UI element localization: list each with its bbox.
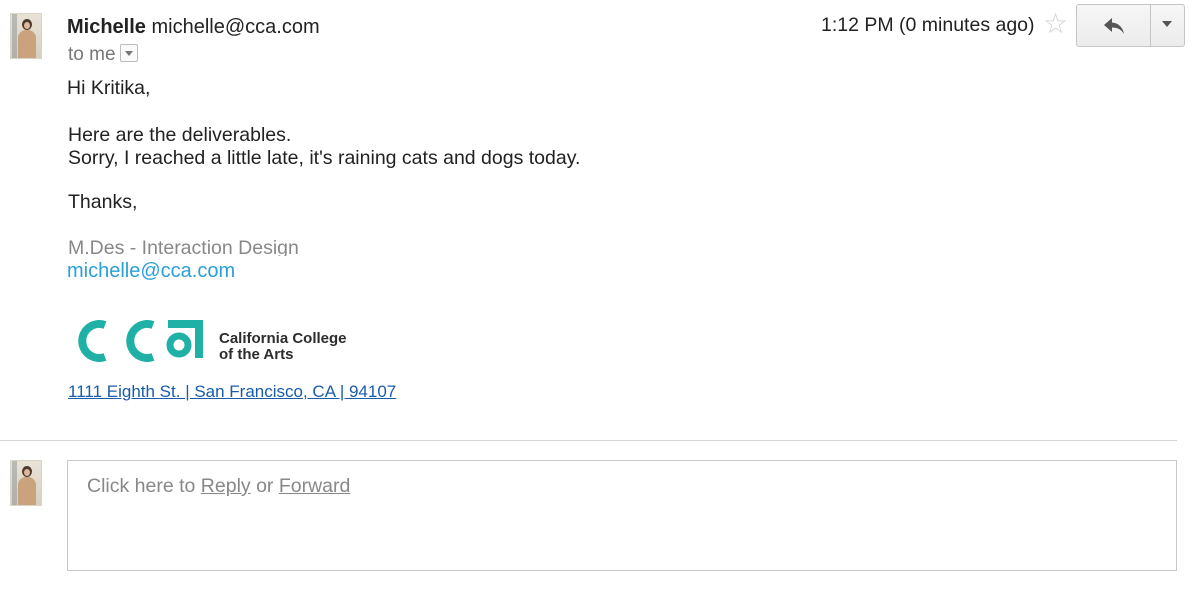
signature-email-link[interactable]: michelle@cca.com bbox=[67, 259, 235, 283]
logo-wordmark-line-2: of the Arts bbox=[219, 346, 294, 363]
address-link[interactable]: 1111 Eighth St. | San Francisco, CA | 94… bbox=[68, 382, 396, 402]
logo-wordmark: California College of the Arts bbox=[219, 331, 347, 363]
reply-button[interactable] bbox=[1077, 5, 1151, 46]
reply-prompt: Click here to Reply or Forward bbox=[87, 474, 350, 498]
sender-email: michelle@cca.com bbox=[151, 16, 320, 38]
thread-divider bbox=[0, 440, 1177, 441]
signature-title: M.Des - Interaction Design bbox=[68, 237, 299, 256]
user-avatar bbox=[10, 460, 42, 506]
more-options-button[interactable] bbox=[1151, 5, 1184, 46]
details-dropdown-icon[interactable] bbox=[119, 44, 138, 62]
message-actions bbox=[1076, 4, 1185, 47]
reply-prompt-middle: or bbox=[250, 475, 279, 497]
forward-link[interactable]: Forward bbox=[279, 475, 351, 497]
greeting-text: Hi Kritika, bbox=[67, 77, 151, 99]
closing-text: Thanks, bbox=[68, 191, 138, 213]
sender-avatar[interactable] bbox=[10, 13, 42, 59]
reply-arrow-icon bbox=[1103, 17, 1124, 34]
recipient-label: to me bbox=[68, 44, 116, 65]
reply-prompt-prefix: Click here to bbox=[87, 475, 201, 497]
recipient-line: to me bbox=[68, 44, 138, 66]
sender-name[interactable]: Michelle bbox=[67, 16, 146, 38]
body-line-1: Here are the deliverables. bbox=[68, 124, 292, 146]
reply-box[interactable]: Click here to Reply or Forward bbox=[67, 460, 1177, 571]
logo-wordmark-line-1: California College bbox=[219, 330, 347, 347]
sender-line: Michelle michelle@cca.com bbox=[67, 15, 320, 39]
star-icon[interactable]: ☆ bbox=[1043, 10, 1068, 38]
reply-link[interactable]: Reply bbox=[201, 475, 251, 497]
message-timestamp: 1:12 PM (0 minutes ago) bbox=[821, 14, 1035, 36]
body-line-2: Sorry, I reached a little late, it's rai… bbox=[68, 147, 581, 169]
